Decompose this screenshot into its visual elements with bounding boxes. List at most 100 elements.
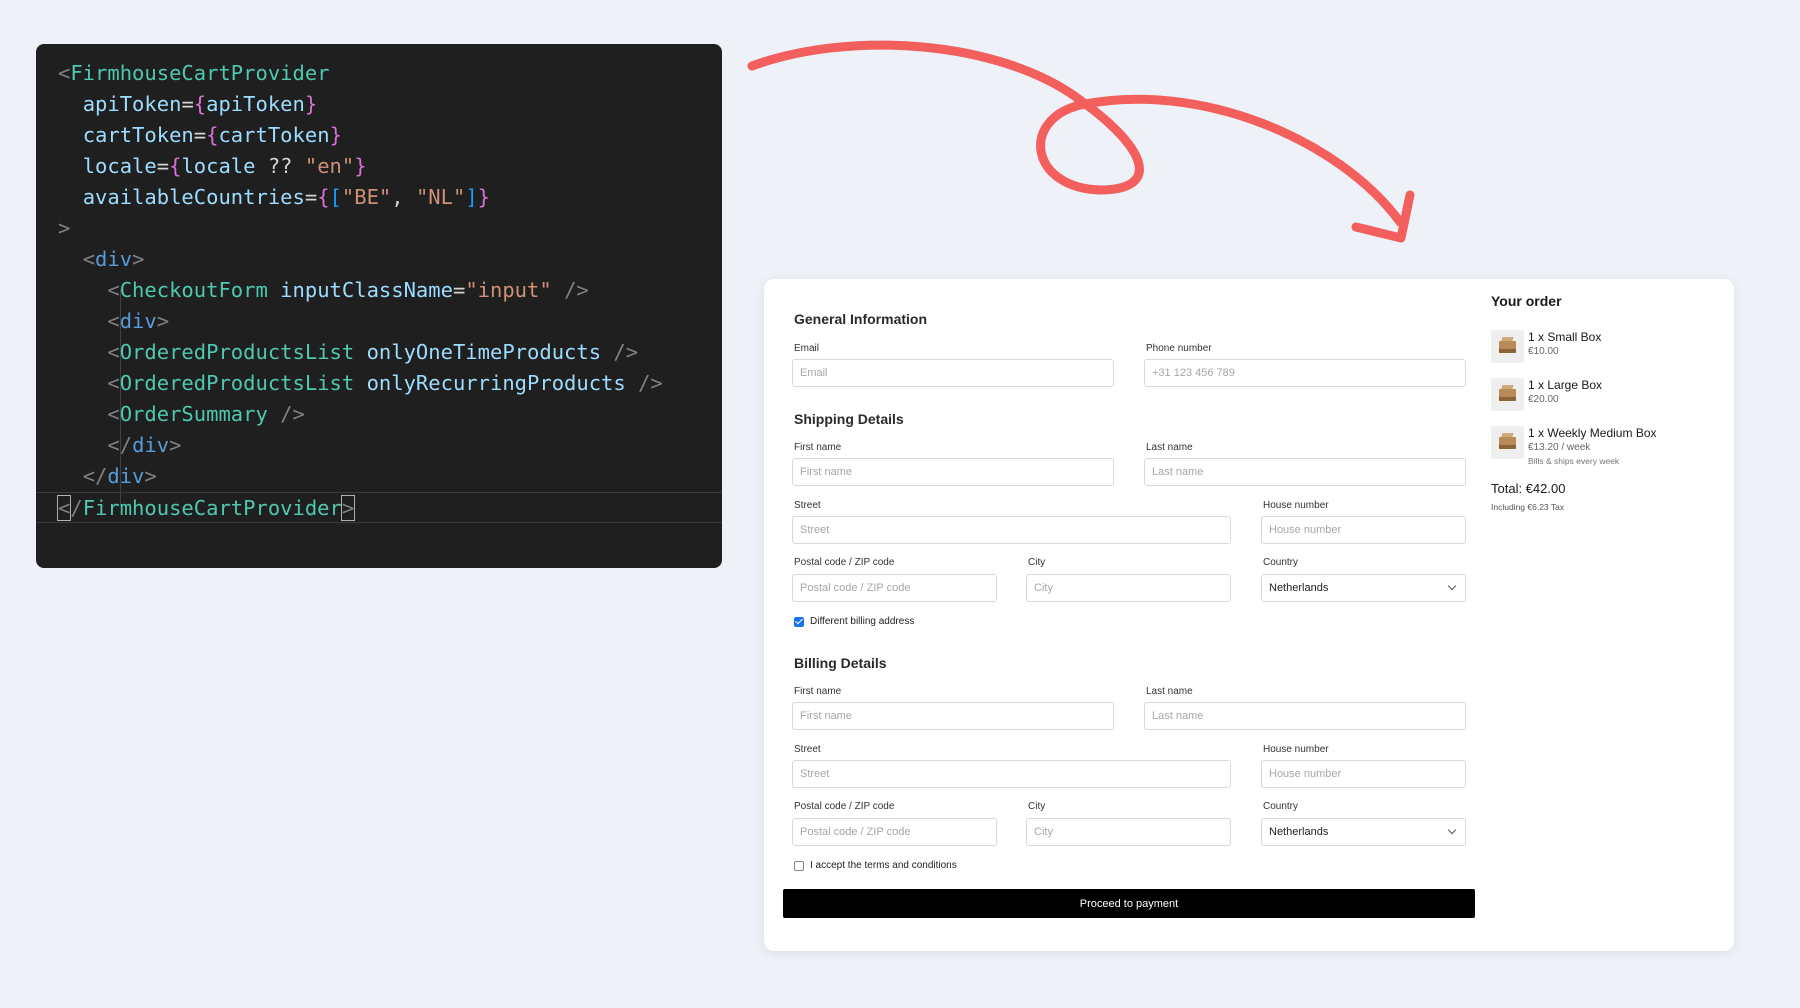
billing-country-label: Country	[1263, 801, 1299, 812]
total-label: Total:	[1491, 481, 1523, 496]
different-billing-row[interactable]: Different billing address	[794, 616, 914, 627]
shipping-house-number-label: House number	[1263, 500, 1329, 511]
shipping-first-name-field[interactable]	[792, 458, 1114, 486]
order-item-text: 1 x Weekly Medium Box €13.20 / week Bills …	[1528, 425, 1657, 467]
shipping-city-field[interactable]	[1026, 574, 1231, 602]
code-line: locale={locale ?? "en"}	[36, 151, 722, 182]
phone-field[interactable]	[1144, 359, 1466, 387]
shipping-street-field[interactable]	[792, 516, 1231, 544]
general-information-title: General Information	[794, 311, 928, 327]
billing-house-number-field[interactable]	[1261, 760, 1466, 788]
code-token: {	[317, 185, 330, 209]
code-token: =	[156, 154, 170, 178]
billing-city-label: City	[1028, 801, 1046, 812]
code-token: />	[638, 371, 663, 395]
code-token: div	[119, 309, 157, 333]
different-billing-label: Different billing address	[810, 616, 915, 627]
code-token: =	[452, 278, 466, 302]
code-token: }	[329, 123, 342, 147]
billing-city-field[interactable]	[1026, 818, 1231, 846]
code-token: }	[354, 154, 367, 178]
shipping-last-name-field[interactable]	[1144, 458, 1466, 486]
code-line: >	[36, 213, 722, 244]
box-icon	[1499, 340, 1516, 353]
billing-postal-code-label: Postal code / ZIP code	[794, 801, 895, 812]
code-token: />	[564, 278, 589, 302]
code-token: <	[107, 371, 120, 395]
product-thumbnail	[1491, 330, 1524, 363]
order-item-name: 1 x Small Box	[1528, 330, 1602, 344]
code-line: <OrderedProductsList onlyRecurringProduc…	[36, 368, 722, 399]
chevron-down-icon	[1447, 581, 1457, 591]
code-lines: <FirmhouseCartProvider apiToken={apiToke…	[36, 58, 722, 523]
code-token: {	[206, 123, 219, 147]
total-value: €42.00	[1525, 481, 1566, 496]
code-token: availableCountries	[82, 185, 305, 209]
code-token: "en"	[304, 154, 355, 178]
code-token: ]	[465, 185, 478, 209]
code-token: >	[156, 309, 170, 333]
code-line: <FirmhouseCartProvider	[36, 58, 722, 89]
billing-postal-code-field[interactable]	[792, 818, 997, 846]
order-item-price: €20.00	[1528, 394, 1559, 405]
code-token: >	[132, 247, 145, 271]
code-token: div	[132, 433, 170, 457]
order-item: 1 x Large Box €20.00	[1491, 377, 1721, 411]
code-line: cartToken={cartToken}	[36, 120, 722, 151]
terms-row[interactable]: I accept the terms and conditions	[794, 860, 957, 871]
code-line: <div>	[36, 306, 722, 337]
box-icon	[1499, 388, 1516, 401]
code-line: <OrderSummary />	[36, 399, 722, 430]
code-token: cartToken	[82, 123, 194, 147]
code-token: "BE"	[341, 185, 392, 209]
billing-house-number-label: House number	[1263, 744, 1329, 755]
code-token: =	[181, 92, 194, 116]
code-line: </div>	[36, 430, 722, 461]
shipping-details-title: Shipping Details	[794, 411, 904, 427]
billing-street-field[interactable]	[792, 760, 1231, 788]
terms-checkbox[interactable]	[794, 860, 804, 871]
order-item-name: 1 x Large Box	[1528, 378, 1603, 392]
code-token: CheckoutForm	[119, 278, 268, 302]
code-token: div	[95, 247, 133, 271]
shipping-postal-code-field[interactable]	[792, 574, 997, 602]
code-token: inputClassName	[280, 278, 453, 302]
billing-last-name-label: Last name	[1146, 686, 1193, 697]
billing-last-name-field[interactable]	[1144, 702, 1466, 730]
code-token: <	[56, 495, 72, 521]
code-line: <OrderedProductsList onlyOneTimeProducts…	[36, 337, 722, 368]
code-token: "input"	[465, 278, 552, 302]
email-field[interactable]	[792, 359, 1114, 387]
order-title: Your order	[1491, 293, 1562, 309]
email-label: Email	[794, 343, 820, 354]
code-token: =	[193, 123, 207, 147]
code-token: cartToken	[218, 123, 330, 147]
shipping-house-number-field[interactable]	[1261, 516, 1466, 544]
chevron-down-icon	[1447, 825, 1457, 835]
order-total: Total: €42.00	[1491, 481, 1721, 496]
proceed-to-payment-button[interactable]: Proceed to payment	[783, 889, 1475, 918]
billing-first-name-field[interactable]	[792, 702, 1114, 730]
code-token: OrderedProductsList	[119, 371, 355, 395]
order-item-note: Bills & ships every week	[1528, 456, 1620, 466]
code-token: </	[107, 433, 133, 457]
code-token: onlyOneTimeProducts	[366, 340, 602, 364]
order-summary: Your order 1 x Small Box €10.00 1 x Large …	[1491, 293, 1721, 512]
different-billing-checkbox[interactable]	[794, 616, 804, 627]
billing-country-select[interactable]: Netherlands	[1261, 818, 1466, 846]
code-token: OrderSummary	[119, 402, 268, 426]
code-token: locale	[181, 154, 256, 178]
shipping-last-name-label: Last name	[1146, 442, 1193, 453]
code-token: =	[304, 185, 318, 209]
shipping-country-select[interactable]: Netherlands	[1261, 574, 1466, 602]
code-line: </div>	[36, 461, 722, 492]
